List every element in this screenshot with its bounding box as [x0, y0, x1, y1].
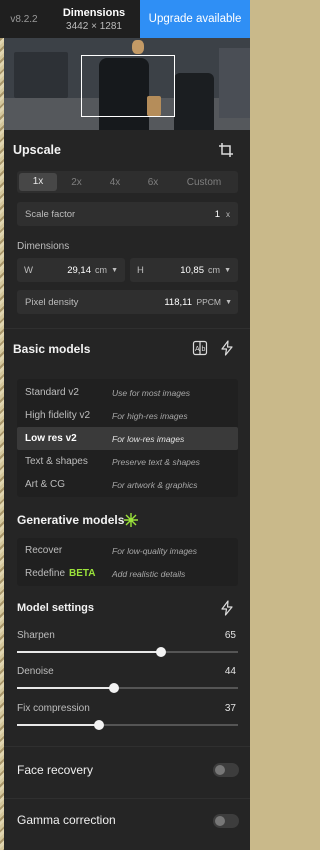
- height-field[interactable]: H 10,85 cm ▼: [130, 258, 238, 282]
- dimensions-label: Dimensions: [17, 241, 70, 252]
- slider-knob[interactable]: [155, 647, 166, 657]
- height-unit: cm: [208, 265, 220, 275]
- top-bar: v8.2.2 Dimensions 3442 × 1281 Upgrade av…: [0, 0, 250, 38]
- crop-icon[interactable]: [218, 142, 234, 158]
- slider-value: 44: [224, 666, 236, 677]
- slider-track[interactable]: [17, 647, 238, 657]
- scale-option-4x[interactable]: 4x: [96, 177, 134, 188]
- viewport-rectangle[interactable]: [81, 55, 175, 117]
- pixel-density-unit: PPCM: [196, 297, 221, 307]
- section-divider: [4, 746, 250, 747]
- pixel-density-chevron-icon[interactable]: ▼: [225, 299, 232, 306]
- section-divider: [4, 328, 250, 329]
- slider-track[interactable]: [17, 720, 238, 730]
- height-value: 10,85: [180, 264, 204, 276]
- height-label: H: [137, 264, 144, 276]
- compare-icon[interactable]: A b: [192, 340, 208, 356]
- scale-selector: 1x 2x 4x 6x Custom: [17, 171, 238, 193]
- scale-factor-value: 1: [214, 208, 220, 220]
- gamma-correction-toggle[interactable]: [213, 814, 239, 828]
- slider-fill: [17, 687, 115, 689]
- dimensions-display: Dimensions 3442 × 1281: [48, 0, 140, 38]
- version-label: v8.2.2: [10, 13, 38, 25]
- scale-option-6x[interactable]: 6x: [134, 177, 172, 188]
- section-divider: [4, 798, 250, 799]
- model-row-high-fidelity-v2[interactable]: High fidelity v2 For high-res images: [17, 404, 238, 427]
- model-row-art-cg[interactable]: Art & CG For artwork & graphics: [17, 473, 238, 496]
- generative-models-title: Generative models: [17, 513, 125, 527]
- scale-factor-unit: x: [226, 209, 230, 219]
- dimensions-value: 3442 × 1281: [66, 20, 122, 32]
- svg-text:b: b: [202, 346, 206, 353]
- upgrade-button[interactable]: Upgrade available: [140, 0, 250, 38]
- face-recovery-label: Face recovery: [17, 763, 94, 777]
- slider-value: 65: [224, 630, 236, 641]
- svg-text:A: A: [195, 346, 200, 353]
- width-unit-chevron-icon[interactable]: ▼: [111, 267, 118, 274]
- scale-option-2x[interactable]: 2x: [57, 177, 96, 188]
- model-row-redefine[interactable]: Redefine BETA Add realistic details: [17, 562, 238, 585]
- model-settings-title: Model settings: [17, 602, 95, 614]
- basic-models-title: Basic models: [13, 342, 91, 356]
- width-label: W: [24, 264, 33, 276]
- width-field[interactable]: W 29,14 cm ▼: [17, 258, 125, 282]
- slider-label: Sharpen: [17, 630, 55, 641]
- dimensions-title: Dimensions: [62, 6, 126, 19]
- model-row-text-shapes[interactable]: Text & shapes Preserve text & shapes: [17, 450, 238, 473]
- beta-badge: BETA: [69, 568, 96, 579]
- width-value: 29,14: [67, 264, 91, 276]
- slider-fill: [17, 651, 161, 653]
- scale-option-custom[interactable]: Custom: [172, 177, 236, 188]
- generative-models-list: Recover For low-quality images Redefine B…: [17, 538, 238, 586]
- slider-value: 37: [224, 703, 236, 714]
- width-unit: cm: [95, 265, 107, 275]
- basic-models-list: Standard v2 Use for most images High fid…: [17, 379, 238, 497]
- scale-factor-label: Scale factor: [25, 208, 76, 220]
- slider-label: Denoise: [17, 666, 54, 677]
- scale-factor-field[interactable]: Scale factor 1 x: [17, 202, 238, 226]
- model-row-standard-v2[interactable]: Standard v2 Use for most images: [17, 381, 238, 404]
- model-row-recover[interactable]: Recover For low-quality images: [17, 539, 238, 562]
- face-recovery-toggle[interactable]: [213, 763, 239, 777]
- upscale-title: Upscale: [13, 143, 61, 157]
- lightning-icon[interactable]: [219, 340, 235, 356]
- slider-fill: [17, 724, 99, 726]
- slider-label: Fix compression: [17, 703, 90, 714]
- pixel-density-value: 118,11: [164, 296, 192, 308]
- pixel-density-label: Pixel density: [25, 296, 79, 308]
- scale-option-1x[interactable]: 1x: [19, 173, 57, 191]
- sparkle-icon: [124, 513, 138, 527]
- model-row-low-res-v2[interactable]: Low res v2 For low-res images: [17, 427, 238, 450]
- height-unit-chevron-icon[interactable]: ▼: [224, 267, 231, 274]
- slider-knob[interactable]: [93, 720, 104, 730]
- slider-track[interactable]: [17, 683, 238, 693]
- lightning-icon[interactable]: [219, 600, 235, 616]
- gamma-correction-label: Gamma correction: [17, 813, 116, 827]
- pixel-density-field[interactable]: Pixel density 118,11 PPCM ▼: [17, 290, 238, 314]
